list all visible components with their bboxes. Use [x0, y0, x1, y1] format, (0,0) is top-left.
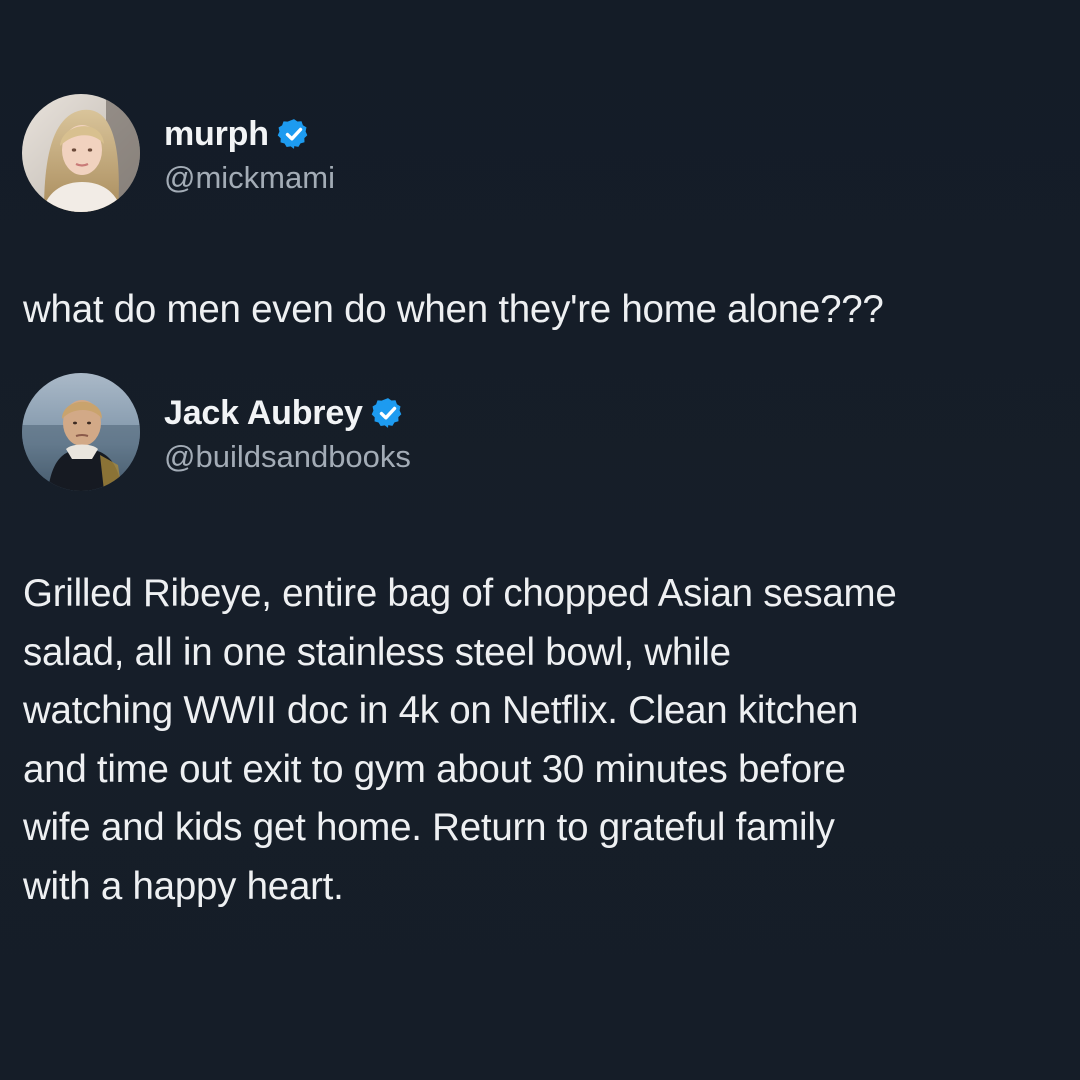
- original-tweet-header: murph @mickmami: [22, 94, 335, 212]
- reply-tweet-line: with a happy heart.: [23, 864, 344, 908]
- reply-tweet-line: and time out exit to gym about 30 minute…: [23, 747, 846, 791]
- reply-tweet-line: watching WWII doc in 4k on Netflix. Clea…: [23, 689, 859, 732]
- handle[interactable]: @mickmami: [164, 160, 335, 196]
- reply-tweet-name-row: Jack Aubrey: [164, 389, 411, 437]
- reply-tweet-line: salad, all in one stainless steel bowl, …: [23, 630, 731, 674]
- verified-badge-icon: [371, 396, 405, 430]
- reply-tweet-identity: Jack Aubrey @buildsandbooks: [164, 389, 411, 475]
- handle[interactable]: @buildsandbooks: [164, 439, 411, 475]
- original-tweet-identity: murph @mickmami: [164, 110, 335, 196]
- reply-tweet-header: Jack Aubrey @buildsandbooks: [22, 373, 411, 491]
- avatar-murph[interactable]: [22, 94, 140, 212]
- display-name[interactable]: murph: [164, 115, 269, 154]
- reply-tweet-text: Grilled Ribeye, entire bag of chopped As…: [23, 565, 1073, 916]
- tweet-screenshot-canvas: murph @mickmami what do men even do when…: [0, 0, 1080, 1080]
- original-tweet-text: what do men even do when they're home al…: [23, 288, 884, 331]
- avatar-jack-aubrey[interactable]: [22, 373, 140, 491]
- verified-badge-icon: [277, 117, 311, 151]
- avatar-murph-image: [22, 94, 140, 212]
- reply-tweet-line: Grilled Ribeye, entire bag of chopped As…: [23, 572, 897, 615]
- display-name[interactable]: Jack Aubrey: [164, 394, 363, 433]
- reply-tweet-line: wife and kids get home. Return to gratef…: [23, 806, 835, 849]
- avatar-jack-aubrey-image: [22, 373, 140, 491]
- original-tweet-name-row: murph: [164, 110, 335, 158]
